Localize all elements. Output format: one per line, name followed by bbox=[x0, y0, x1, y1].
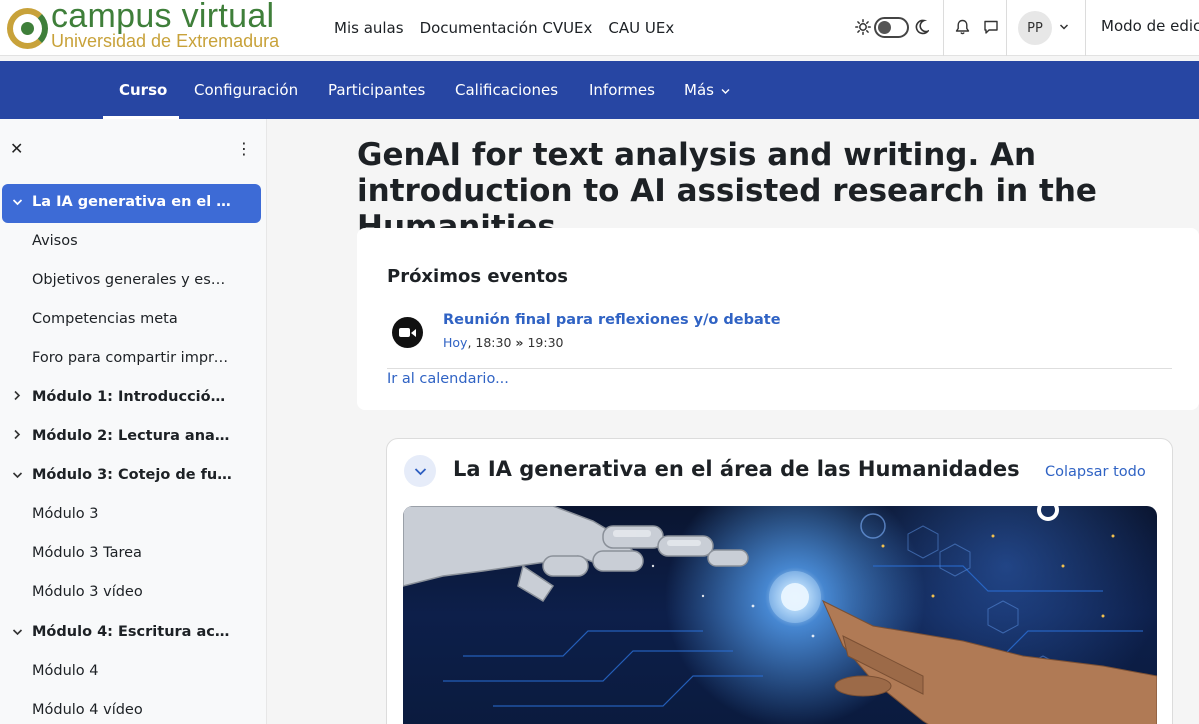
course-index-item[interactable]: Foro para compartir impresiones bbox=[0, 340, 262, 379]
edit-mode-label[interactable]: Modo de edic bbox=[1101, 17, 1199, 35]
course-index-item[interactable]: Competencias meta bbox=[0, 301, 262, 340]
video-call-icon bbox=[392, 317, 423, 348]
event-link[interactable]: Reunión final para reflexiones y/o debat… bbox=[443, 312, 781, 328]
tab-mas[interactable]: Más bbox=[684, 61, 730, 119]
tab-informes[interactable]: Informes bbox=[589, 61, 655, 119]
chevron-down-icon[interactable] bbox=[11, 195, 23, 209]
divider bbox=[387, 368, 1172, 369]
course-index-label: Foro para compartir impresiones bbox=[32, 350, 232, 366]
course-index-label: Módulo 3 vídeo bbox=[32, 584, 143, 600]
navbar-divider bbox=[1085, 0, 1086, 56]
course-index-section[interactable]: Módulo 4: Escritura académica bbox=[0, 614, 262, 653]
tab-curso[interactable]: Curso bbox=[119, 61, 167, 119]
campus-virtual-logo[interactable]: campus virtual Universidad de Extremadur… bbox=[5, 0, 305, 55]
navbar-divider bbox=[1006, 0, 1007, 56]
close-icon[interactable]: ✕ bbox=[10, 139, 23, 158]
course-index-section[interactable]: Módulo 1: Introducción a la IA generativ… bbox=[0, 379, 262, 418]
chevron-down-icon[interactable] bbox=[11, 625, 23, 639]
primary-navigation: Mis aulas Documentación CVUEx CAU UEx bbox=[334, 0, 674, 56]
course-index-label: Avisos bbox=[32, 233, 78, 249]
top-navbar: campus virtual Universidad de Extremadur… bbox=[0, 0, 1199, 56]
chevron-right-icon[interactable] bbox=[11, 390, 23, 404]
tab-mas-label: Más bbox=[684, 81, 714, 99]
chevron-down-icon[interactable] bbox=[11, 468, 23, 482]
course-index-item[interactable]: Módulo 3 bbox=[0, 496, 262, 535]
course-index-item[interactable]: Módulo 3 vídeo bbox=[0, 574, 262, 613]
theme-toggle[interactable] bbox=[874, 17, 909, 38]
course-index-label: La IA generativa en el área de las Human… bbox=[32, 194, 232, 210]
message-icon[interactable] bbox=[981, 17, 1001, 37]
course-index-label: Módulo 4 bbox=[32, 663, 99, 679]
event-time: Hoy, 18:30 » 19:30 bbox=[443, 335, 564, 350]
logo-emblem-icon bbox=[7, 8, 48, 49]
chevron-right-icon[interactable] bbox=[11, 429, 23, 443]
event-day-link[interactable]: Hoy bbox=[443, 335, 467, 350]
collapse-all-link[interactable]: Colapsar todo bbox=[1045, 464, 1146, 480]
course-index-label: Módulo 3 bbox=[32, 506, 99, 522]
go-to-calendar-link[interactable]: Ir al calendario... bbox=[387, 371, 509, 387]
course-index-item[interactable]: Avisos bbox=[0, 223, 262, 262]
upcoming-events-block: Próximos eventos Reunión final para refl… bbox=[357, 228, 1199, 410]
section-title: La IA generativa en el área de las Human… bbox=[453, 457, 1020, 481]
robot-and-human-hands-illustration bbox=[403, 506, 1157, 724]
chevron-down-icon bbox=[721, 89, 730, 94]
navbar-divider bbox=[943, 0, 944, 56]
nav-link-mis-aulas[interactable]: Mis aulas bbox=[334, 19, 404, 37]
event-start-time: 18:30 bbox=[475, 335, 512, 350]
chevron-down-icon bbox=[414, 467, 426, 475]
section-banner-image bbox=[403, 506, 1157, 724]
chevron-down-icon[interactable] bbox=[1054, 17, 1074, 37]
course-index-label: Módulo 3 Tarea bbox=[32, 545, 142, 561]
tab-configuracion[interactable]: Configuración bbox=[194, 61, 298, 119]
course-index-label: Módulo 3: Cotejo de fuentes bbox=[32, 467, 232, 483]
course-index-label: Competencias meta bbox=[32, 311, 178, 327]
course-index-label: Módulo 2: Lectura analítica bbox=[32, 428, 232, 444]
event-end-time: 19:30 bbox=[527, 335, 564, 350]
course-secondary-navigation: Curso Configuración Participantes Califi… bbox=[0, 61, 1199, 119]
tab-calificaciones[interactable]: Calificaciones bbox=[455, 61, 558, 119]
bell-icon[interactable] bbox=[952, 17, 972, 37]
section-collapse-button[interactable] bbox=[404, 455, 436, 487]
course-index-section[interactable]: Módulo 2: Lectura analítica bbox=[0, 418, 262, 457]
course-index-item[interactable]: Módulo 4 bbox=[0, 653, 262, 692]
moon-icon bbox=[912, 17, 932, 37]
course-index-label: Módulo 4 vídeo bbox=[32, 702, 143, 718]
course-index-label: Módulo 1: Introducción a la IA generativ… bbox=[32, 389, 232, 405]
tab-participantes[interactable]: Participantes bbox=[328, 61, 425, 119]
course-index-item[interactable]: Módulo 3 Tarea bbox=[0, 535, 262, 574]
course-index-label: Módulo 4: Escritura académica bbox=[32, 624, 232, 640]
nav-link-documentacion[interactable]: Documentación CVUEx bbox=[420, 19, 593, 37]
course-index-item[interactable]: Objetivos generales y específicos bbox=[0, 262, 262, 301]
user-avatar[interactable]: PP bbox=[1018, 11, 1052, 45]
nav-link-cau[interactable]: CAU UEx bbox=[608, 19, 674, 37]
course-index-section[interactable]: Módulo 3: Cotejo de fuentes bbox=[0, 457, 262, 496]
sun-icon bbox=[853, 17, 873, 37]
more-options-icon[interactable]: ⋮ bbox=[236, 139, 252, 158]
course-index-label: Objetivos generales y específicos bbox=[32, 272, 232, 288]
time-separator: » bbox=[515, 335, 524, 350]
course-index-item[interactable]: Módulo 4 vídeo bbox=[0, 692, 262, 724]
upcoming-events-title: Próximos eventos bbox=[387, 266, 568, 287]
course-index-drawer: ✕ ⋮ La IA generativa en el área de las H… bbox=[0, 119, 267, 724]
logo-subtitle: Universidad de Extremadura bbox=[51, 31, 280, 51]
course-section-card: La IA generativa en el área de las Human… bbox=[386, 438, 1173, 724]
course-index-section-active[interactable]: La IA generativa en el área de las Human… bbox=[2, 184, 261, 223]
